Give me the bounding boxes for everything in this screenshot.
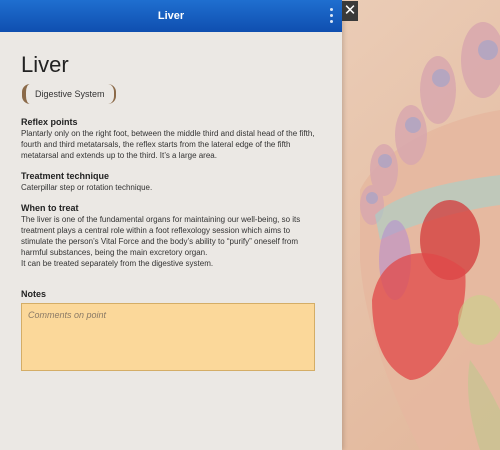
notes-input[interactable]: Comments on point <box>21 303 315 371</box>
title-bar: Liver <box>0 0 342 32</box>
section-text-extra: It can be treated separately from the di… <box>21 259 214 268</box>
section-reflex-points: Reflex points Plantarly only on the righ… <box>21 117 321 161</box>
section-text: The liver is one of the fundamental orga… <box>21 215 301 257</box>
section-text: Caterpillar step or rotation technique. <box>21 183 153 192</box>
panel-content: Liver Digestive System Reflex points Pla… <box>21 32 321 371</box>
section-title: Treatment technique <box>21 171 110 181</box>
category-chip[interactable]: Digestive System <box>22 84 116 104</box>
notes-label: Notes <box>21 289 47 299</box>
window-title: Liver <box>157 10 185 22</box>
page-title: Liver <box>21 52 69 77</box>
section-text: Plantarly only on the right foot, betwee… <box>21 129 315 160</box>
close-icon[interactable]: ✕ <box>342 1 358 21</box>
section-title: Reflex points <box>21 117 78 127</box>
section-when-to-treat: When to treat The liver is one of the fu… <box>21 203 321 269</box>
section-treatment-technique: Treatment technique Caterpillar step or … <box>21 171 321 193</box>
kebab-menu-icon[interactable] <box>328 8 336 26</box>
point-detail-panel: Liver Liver Digestive System Reflex poin… <box>0 0 342 450</box>
section-title: When to treat <box>21 203 79 213</box>
